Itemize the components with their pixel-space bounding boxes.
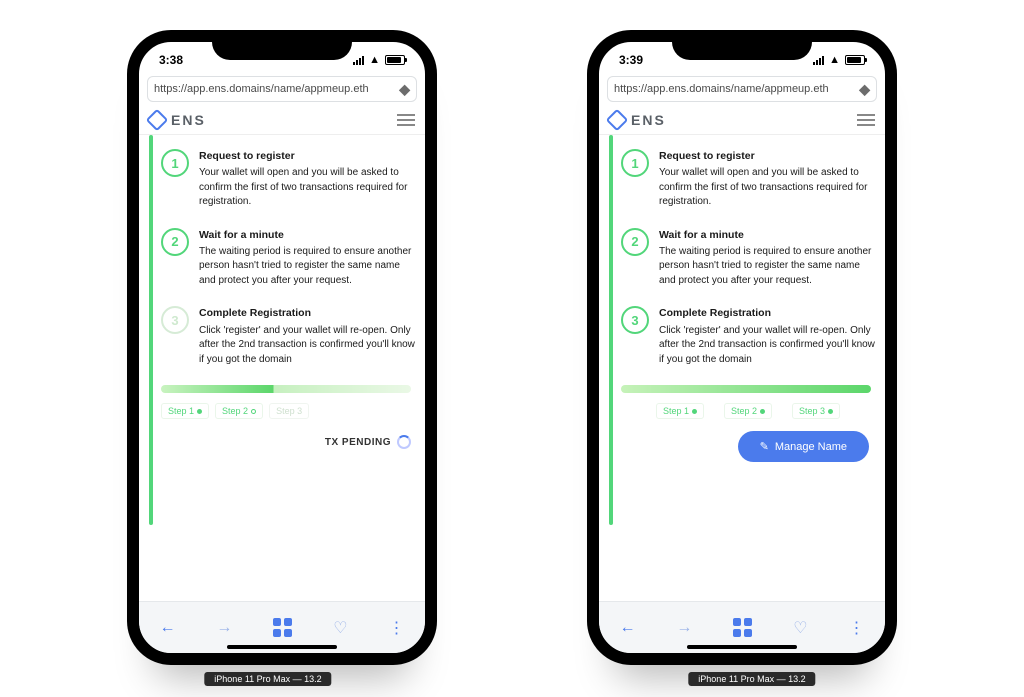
progress-bar [161,385,411,393]
app-header: ENS [599,106,885,135]
step-1-body: Your wallet will open and you will be as… [199,167,407,207]
check-icon [692,409,697,414]
home-indicator[interactable] [227,645,337,649]
step-3-title: Complete Registration [659,306,875,321]
step-2-title: Wait for a minute [659,228,875,243]
step-3: 3 Complete Registration Click 'register'… [621,306,875,367]
registration-content: 1 Request to register Your wallet will o… [599,135,885,615]
step-tabs: Step 1 Step 2 Step 3 [621,403,875,419]
step-1-title: Request to register [199,149,415,164]
step-tabs: Step 1 Step 2 Step 3 [161,403,415,419]
step-1-title: Request to register [659,149,875,164]
tabs-icon[interactable] [733,618,752,637]
ethereum-icon[interactable]: ◆ [399,81,410,98]
step-tab-3[interactable]: Step 3 [269,403,309,419]
back-icon[interactable]: ← [159,619,175,637]
address-bar[interactable]: https://app.ens.domains/name/appmeup.eth… [147,76,417,102]
menu-icon[interactable] [397,114,415,126]
step-2-body: The waiting period is required to ensure… [199,246,411,286]
step-3-badge: 3 [621,306,649,334]
clock: 3:38 [159,53,183,67]
manage-name-button[interactable]: ✎ Manage Name [738,431,869,462]
ens-logo-icon [606,109,629,132]
step-tab-1[interactable]: Step 1 [161,403,209,419]
check-icon [197,409,202,414]
address-text: https://app.ens.domains/name/appmeup.eth [154,83,399,95]
step-1: 1 Request to register Your wallet will o… [621,149,875,210]
step-3: 3 Complete Registration Click 'register'… [161,306,415,367]
brand[interactable]: ENS [149,112,206,128]
step-2-body: The waiting period is required to ensure… [659,246,871,286]
step-2: 2 Wait for a minute The waiting period i… [621,228,875,289]
step-1-badge: 1 [161,149,189,177]
progress-bar [621,385,871,393]
more-icon[interactable]: ⋮ [388,618,404,638]
home-indicator[interactable] [687,645,797,649]
step-2-badge: 2 [161,228,189,256]
favorite-icon[interactable]: ♡ [793,618,807,638]
brand[interactable]: ENS [609,112,666,128]
brand-text: ENS [631,112,666,128]
device-caption-right: iPhone 11 Pro Max — 13.2 [688,672,815,686]
step-3-body: Click 'register' and your wallet will re… [199,325,415,365]
tx-pending-label: TX PENDING [325,437,391,448]
forward-icon[interactable]: → [216,619,232,637]
device-notch [212,30,352,60]
address-text: https://app.ens.domains/name/appmeup.eth [614,83,859,95]
battery-icon [385,55,405,65]
wifi-icon: ▲ [829,54,840,66]
step-tab-2[interactable]: Step 2 [215,403,263,419]
battery-icon [845,55,865,65]
signal-icon [353,56,364,65]
tabs-icon[interactable] [273,618,292,637]
tx-pending-indicator: TX PENDING [161,431,415,449]
step-1: 1 Request to register Your wallet will o… [161,149,415,210]
back-icon[interactable]: ← [619,619,635,637]
step-tab-2[interactable]: Step 2 [724,403,772,419]
step-3-body: Click 'register' and your wallet will re… [659,325,875,365]
progress-vertical-line [149,135,153,525]
favorite-icon[interactable]: ♡ [333,618,347,638]
step-tab-1[interactable]: Step 1 [656,403,704,419]
step-1-badge: 1 [621,149,649,177]
pending-icon [251,409,256,414]
address-bar[interactable]: https://app.ens.domains/name/appmeup.eth… [607,76,877,102]
phone-left: 3:38 ▲ https://app.ens.domains/name/appm… [127,30,437,665]
step-tab-3[interactable]: Step 3 [792,403,840,419]
step-3-badge: 3 [161,306,189,334]
brand-text: ENS [171,112,206,128]
app-header: ENS [139,106,425,135]
registration-content: 1 Request to register Your wallet will o… [139,135,425,615]
step-2-badge: 2 [621,228,649,256]
pencil-icon: ✎ [760,440,769,453]
clock: 3:39 [619,53,643,67]
wifi-icon: ▲ [369,54,380,66]
phone-right: 3:39 ▲ https://app.ens.domains/name/appm… [587,30,897,665]
spinner-icon [397,435,411,449]
progress-vertical-line [609,135,613,525]
device-caption-left: iPhone 11 Pro Max — 13.2 [204,672,331,686]
step-2: 2 Wait for a minute The waiting period i… [161,228,415,289]
signal-icon [813,56,824,65]
manage-name-label: Manage Name [775,441,847,453]
step-2-title: Wait for a minute [199,228,415,243]
check-icon [760,409,765,414]
ens-logo-icon [146,109,169,132]
ethereum-icon[interactable]: ◆ [859,81,870,98]
check-icon [828,409,833,414]
device-notch [672,30,812,60]
menu-icon[interactable] [857,114,875,126]
step-3-title: Complete Registration [199,306,415,321]
more-icon[interactable]: ⋮ [848,618,864,638]
step-1-body: Your wallet will open and you will be as… [659,167,867,207]
forward-icon[interactable]: → [676,619,692,637]
